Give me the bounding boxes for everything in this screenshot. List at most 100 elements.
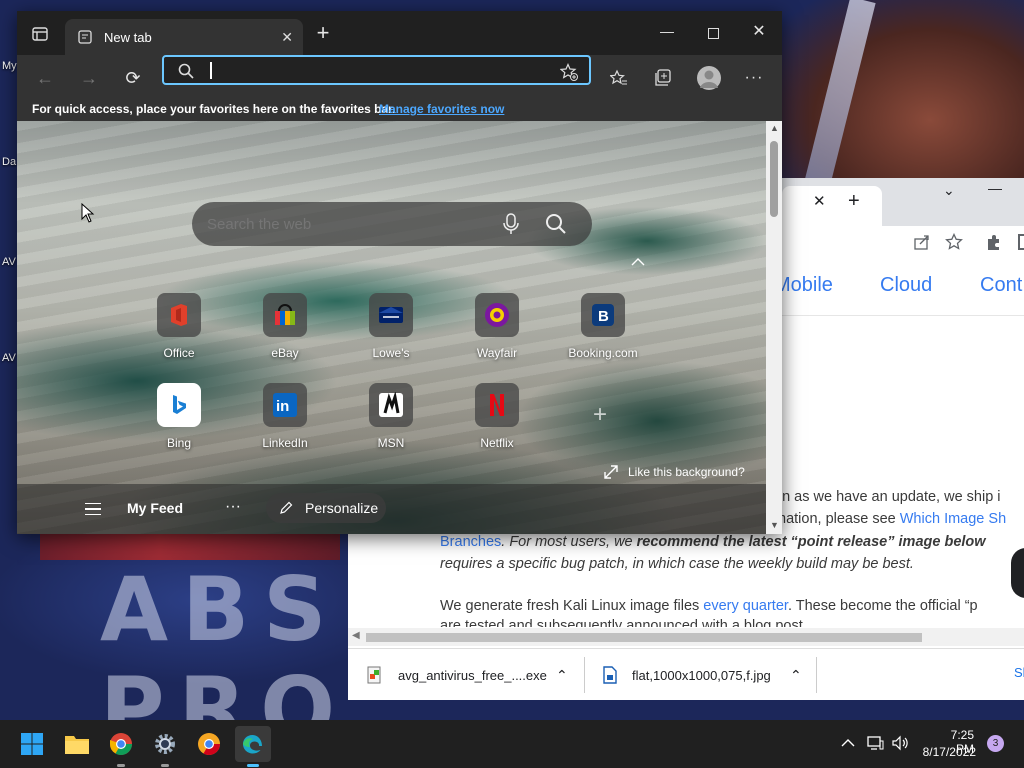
scroll-down-icon[interactable]: ▼ [770, 520, 779, 530]
profile-avatar-icon[interactable] [697, 66, 721, 90]
file-explorer-icon[interactable] [59, 726, 95, 762]
hamburger-menu-icon[interactable] [85, 503, 101, 515]
clock-date[interactable]: 8/17/2022 [918, 745, 976, 759]
favorites-icon[interactable] [609, 68, 629, 88]
like-background-label: Like this background? [628, 465, 745, 479]
chevron-up-icon[interactable]: ⌃ [790, 667, 802, 684]
collections-icon[interactable] [653, 68, 673, 88]
chevron-down-icon[interactable]: ⌄ [943, 182, 955, 199]
add-quick-link-icon[interactable]: + [593, 401, 607, 429]
close-tab-icon[interactable]: ✕ [281, 29, 293, 46]
wallpaper-text-line1: ABS [100, 558, 341, 661]
edge-window[interactable]: New tab ✕ + — ✕ ← → ⟳ ··· For quick acce… [17, 11, 782, 534]
personalize-button[interactable]: Personalize [266, 493, 386, 523]
minimize-icon[interactable]: — [988, 180, 1002, 196]
desktop-icon-label[interactable]: My [2, 60, 17, 72]
scrollbar-thumb[interactable] [770, 141, 778, 217]
feed-more-icon[interactable]: ··· [225, 498, 241, 516]
search-submit-icon[interactable] [545, 213, 567, 235]
svg-text:in: in [276, 398, 289, 415]
download-bar: avg_antivirus_free_....exe ⌃ flat,1000x1… [348, 648, 1024, 700]
nav-cont[interactable]: Cont [980, 274, 1022, 297]
every-quarter-link[interactable]: every quarter [703, 598, 788, 614]
download-item[interactable]: avg_antivirus_free_....exe ⌃ [366, 649, 576, 701]
scrollbar-thumb[interactable] [366, 633, 922, 642]
quick-link-label: Office [163, 346, 195, 360]
quick-link-netflix[interactable]: Netflix [451, 383, 543, 450]
refresh-icon[interactable]: ⟳ [123, 68, 143, 88]
minimize-icon[interactable]: — [657, 21, 677, 41]
mouse-cursor-icon [81, 203, 95, 223]
paragraph-text: We generate fresh Kali Linux image files [440, 598, 704, 614]
scroll-up-icon[interactable]: ▲ [770, 123, 779, 133]
tab-actions-icon[interactable] [31, 25, 49, 43]
floating-button[interactable] [1011, 548, 1024, 598]
desktop-icon-label[interactable]: AV [2, 256, 16, 268]
paragraph-line: mation, please see Which Image Sh [774, 508, 1006, 530]
quick-link-booking[interactable]: B Booking.com [557, 293, 649, 360]
manage-favorites-link[interactable]: Manage favorites now [379, 102, 504, 116]
horizontal-scrollbar[interactable]: ◀ [348, 628, 1024, 646]
branches-link[interactable]: Branches [440, 534, 501, 550]
web-search-input[interactable] [207, 209, 487, 239]
vertical-scrollbar[interactable]: ▲ ▼ [766, 121, 782, 534]
nav-mobile[interactable]: Mobile [774, 274, 833, 297]
close-tab-icon[interactable]: ✕ [813, 192, 826, 210]
network-icon[interactable] [866, 735, 884, 751]
like-background-button[interactable]: Like this background? [604, 465, 745, 479]
sidebar-icon[interactable] [1018, 234, 1024, 250]
my-feed-tab[interactable]: My Feed [127, 500, 183, 516]
feed-bar: My Feed ··· Personalize [17, 484, 766, 534]
ebay-icon [275, 304, 295, 325]
quick-link-ebay[interactable]: eBay [239, 293, 331, 360]
chrome-icon[interactable] [103, 726, 139, 767]
which-image-link[interactable]: Which Image Sh [900, 511, 1006, 527]
add-favorite-icon[interactable] [560, 63, 578, 81]
scroll-left-icon[interactable]: ◀ [352, 630, 360, 641]
share-icon[interactable] [914, 234, 930, 250]
quick-link-bing[interactable]: Bing [133, 383, 225, 450]
quick-link-linkedin[interactable]: in LinkedIn [239, 383, 331, 450]
download-item[interactable]: flat,1000x1000,075,f.jpg ⌃ [602, 649, 812, 701]
bing-icon [173, 395, 186, 414]
edge-icon[interactable] [235, 726, 271, 767]
quick-link-msn[interactable]: MSN [345, 383, 437, 450]
more-options-icon[interactable]: ··· [744, 68, 764, 88]
chevron-up-icon[interactable]: ⌃ [556, 667, 568, 684]
address-input[interactable] [214, 59, 544, 81]
chrome-alt-icon[interactable] [191, 726, 227, 762]
nav-cloud[interactable]: Cloud [880, 274, 932, 297]
desktop-icon-label[interactable]: Da [2, 156, 16, 168]
maximize-icon[interactable] [703, 23, 723, 43]
text-cursor [210, 62, 212, 79]
web-search-box[interactable] [192, 202, 592, 246]
quick-link-office[interactable]: Office [133, 293, 225, 360]
paragraph-line: Branches. For most users, we recommend t… [440, 531, 986, 553]
close-window-icon[interactable]: ✕ [749, 21, 769, 41]
bg-tab[interactable] [782, 186, 882, 226]
quick-link-label: Booking.com [568, 346, 638, 360]
new-tab-plus-icon[interactable]: + [313, 20, 333, 45]
microphone-icon[interactable] [502, 213, 520, 235]
collapse-chevron-icon[interactable] [631, 257, 645, 267]
address-bar[interactable] [162, 55, 591, 85]
wallpaper-text: ABS PRO [100, 558, 349, 721]
forward-icon[interactable]: → [79, 68, 99, 88]
download-separator [816, 657, 817, 693]
new-tab-icon[interactable]: + [848, 190, 860, 213]
star-icon[interactable] [945, 233, 963, 251]
volume-icon[interactable] [891, 735, 909, 751]
pencil-icon [280, 501, 293, 514]
tray-chevron-up-icon[interactable] [841, 738, 855, 748]
quick-link-wayfair[interactable]: Wayfair [451, 293, 543, 360]
show-all-link[interactable]: Sh [1014, 665, 1024, 680]
notification-badge[interactable]: 3 [987, 735, 1004, 752]
quick-link-lowes[interactable]: Lowe's [345, 293, 437, 360]
extensions-icon[interactable] [985, 233, 1003, 251]
wayfair-icon [485, 303, 509, 327]
back-icon[interactable]: ← [35, 68, 55, 88]
tab-new-tab[interactable]: New tab ✕ [65, 19, 303, 55]
start-icon[interactable] [14, 726, 50, 762]
settings-icon[interactable] [147, 726, 183, 767]
desktop-icon-label[interactable]: AV [2, 352, 16, 364]
